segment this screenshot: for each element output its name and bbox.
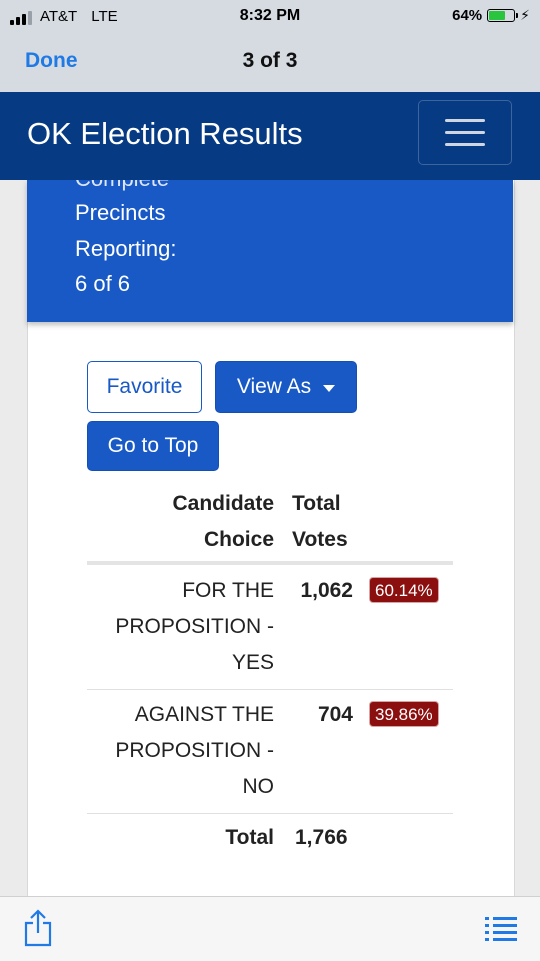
menu-toggle-button[interactable] <box>418 100 512 165</box>
site-navbar: OK Election Results <box>0 92 540 180</box>
row-divider <box>87 689 453 690</box>
total-votes: 1,766 <box>295 826 348 849</box>
row-divider <box>87 813 453 814</box>
main-content: Complete Precincts Reporting: 6 of 6 Fav… <box>0 180 540 896</box>
done-button[interactable]: Done <box>25 49 78 73</box>
total-label: Total <box>225 826 274 849</box>
table-row-choice: AGAINST THE PROPOSITION - NO <box>115 703 274 798</box>
header-candidate-choice: Candidate Choice <box>172 492 274 551</box>
view-as-dropdown[interactable]: View As <box>215 361 357 413</box>
status-bar: AT&T LTE 8:32 PM 64% ⚡ <box>0 0 540 32</box>
status-text-partial: Complete <box>75 180 169 192</box>
table-row-votes: 1,062 <box>300 579 353 602</box>
ios-header: AT&T LTE 8:32 PM 64% ⚡ Done 3 of 3 <box>0 0 540 92</box>
precincts-label: Precincts <box>75 200 166 225</box>
go-to-top-button[interactable]: Go to Top <box>87 421 219 471</box>
precincts-reporting-value: 6 of 6 <box>75 271 131 296</box>
reporting-label: Reporting: <box>75 236 177 261</box>
favorite-button[interactable]: Favorite <box>87 361 202 413</box>
viewer-bar: Done 3 of 3 <box>0 32 540 92</box>
charging-icon: ⚡ <box>520 7 530 23</box>
battery-icon <box>487 9 519 22</box>
percent-badge: 60.14% <box>369 577 439 603</box>
header-divider <box>87 561 453 565</box>
caret-down-icon <box>323 384 336 392</box>
site-title[interactable]: OK Election Results <box>27 116 303 152</box>
table-row-choice: FOR THE PROPOSITION - YES <box>115 579 274 674</box>
battery-status: 64% ⚡ <box>452 7 530 24</box>
share-icon[interactable] <box>23 909 53 947</box>
table-row-votes: 704 <box>317 703 353 726</box>
battery-percent: 64% <box>452 7 483 24</box>
view-as-label: View As <box>236 375 312 398</box>
list-icon[interactable] <box>484 915 518 943</box>
page-counter: 3 of 3 <box>242 49 298 72</box>
header-total-votes: Total Votes <box>292 492 348 551</box>
bottom-toolbar <box>0 896 540 961</box>
percent-badge: 39.86% <box>369 701 439 727</box>
hamburger-icon <box>445 119 485 122</box>
reporting-status-panel: Complete Precincts Reporting: 6 of 6 <box>27 180 513 322</box>
